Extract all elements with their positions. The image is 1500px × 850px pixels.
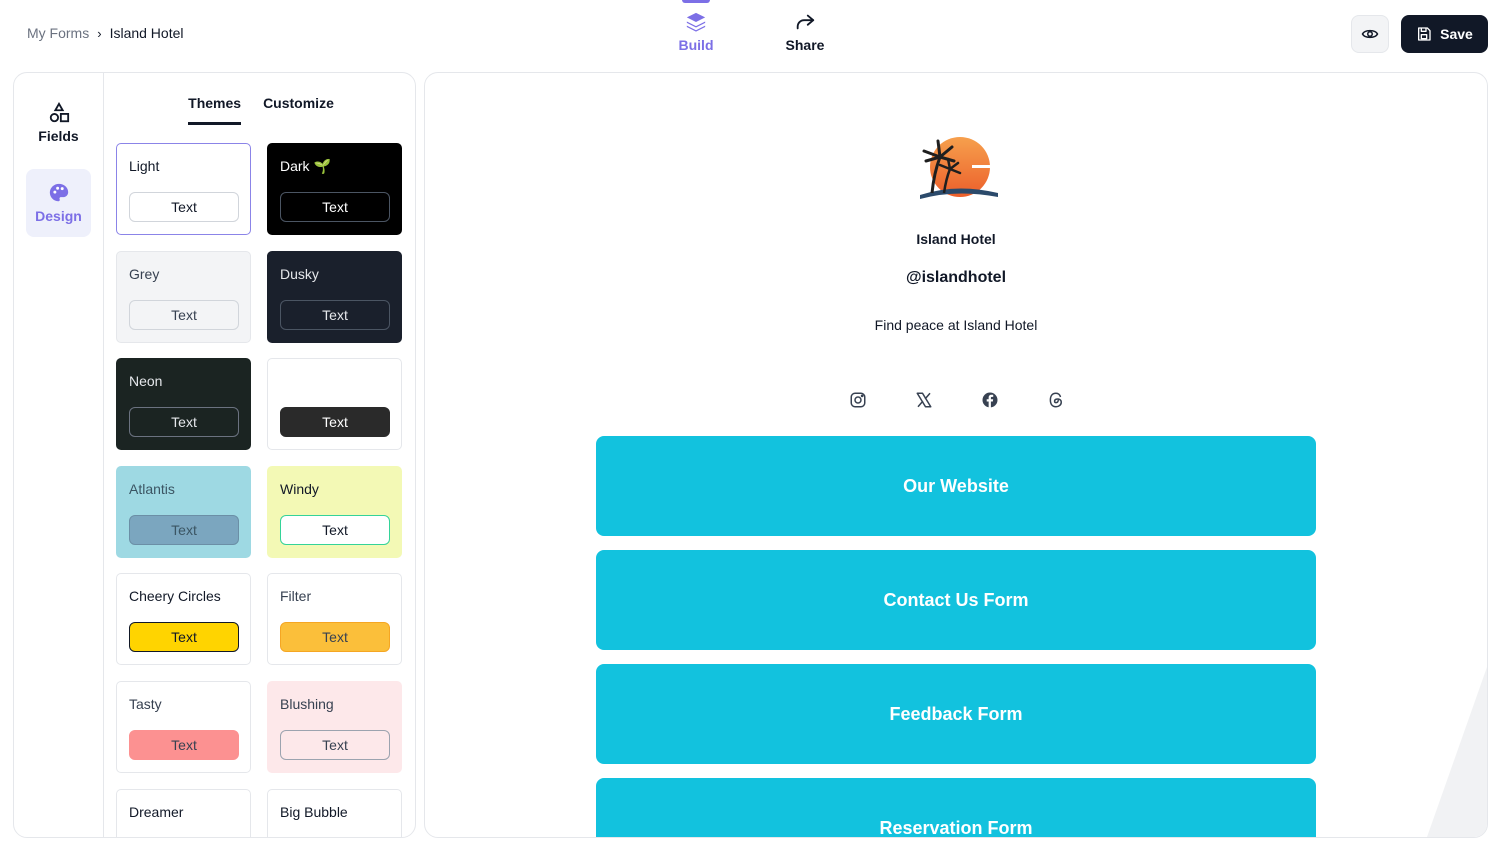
theme-name: Tasty xyxy=(129,696,162,712)
instagram-link[interactable] xyxy=(847,389,869,411)
floppy-disk-icon xyxy=(1418,27,1431,41)
theme-card[interactable]: Light Text xyxy=(116,143,251,235)
theme-name: Big Bubble xyxy=(280,803,348,820)
threads-link[interactable] xyxy=(1045,389,1067,411)
theme-card[interactable]: Text xyxy=(267,358,402,451)
rail-item-fields[interactable]: Fields xyxy=(26,89,91,157)
layers-icon xyxy=(686,12,706,32)
facebook-link[interactable] xyxy=(979,389,1001,411)
profile-description: Find peace at Island Hotel xyxy=(874,317,1038,333)
theme-card[interactable]: Big Bubble xyxy=(267,788,402,837)
share-arrow-icon xyxy=(796,14,815,30)
social-links xyxy=(847,389,1067,411)
theme-preview-button: Text xyxy=(129,622,239,653)
theme-preview-button: Text xyxy=(129,514,239,545)
theme-name: Atlantis xyxy=(129,480,175,497)
tab-share[interactable]: Share xyxy=(765,0,845,60)
theme-card[interactable]: Dark 🌱 Text xyxy=(267,143,402,235)
threads-icon xyxy=(1049,392,1063,408)
facebook-icon xyxy=(982,392,998,408)
active-tab-indicator xyxy=(682,0,710,3)
theme-preview-button: Text xyxy=(280,407,390,438)
breadcrumb-current: Island Hotel xyxy=(109,25,184,41)
theme-card[interactable]: Filter Text xyxy=(267,573,402,666)
theme-card[interactable]: Atlantis Text xyxy=(116,465,251,558)
theme-preview-button: Text xyxy=(280,730,390,760)
form-link-button[interactable]: Reservation Form xyxy=(596,778,1316,837)
theme-preview-button: Text xyxy=(280,514,390,545)
tab-share-label: Share xyxy=(785,37,825,53)
top-bar: My Forms › Island Hotel Build Share Save xyxy=(0,0,1500,68)
save-button[interactable]: Save xyxy=(1401,15,1488,53)
tab-build-label: Build xyxy=(678,37,714,53)
rail-item-design[interactable]: Design xyxy=(26,169,91,237)
decorative-corner xyxy=(1427,667,1487,837)
theme-name: Blushing xyxy=(280,696,334,712)
palette-icon xyxy=(49,183,68,202)
preview-button[interactable] xyxy=(1351,15,1389,53)
x-twitter-link[interactable] xyxy=(913,389,935,411)
theme-preview-button: Text xyxy=(129,407,239,438)
themes-panel: Themes Customize Light Text Dark 🌱 Text Grey… xyxy=(105,73,415,837)
theme-preview-button: Text xyxy=(280,622,390,653)
breadcrumb-separator: › xyxy=(97,25,102,41)
form-link-button[interactable]: Feedback Form xyxy=(596,664,1316,764)
design-sidebar: Fields Design Themes Customize Light Text… xyxy=(13,72,416,838)
island-sunset-logo xyxy=(920,137,1000,199)
tab-build[interactable]: Build xyxy=(656,0,736,60)
theme-preview-button: Text xyxy=(280,299,390,330)
breadcrumb: My Forms › Island Hotel xyxy=(27,25,184,41)
theme-card[interactable]: Tasty Text xyxy=(116,681,251,773)
form-preview: Island Hotel @islandhotel Find peace at … xyxy=(424,72,1488,838)
theme-card[interactable]: Cheery Circles Text xyxy=(116,573,251,666)
eye-icon xyxy=(1361,29,1379,39)
theme-name: Neon xyxy=(129,373,163,390)
theme-card[interactable]: Blushing Text xyxy=(267,681,402,773)
theme-name: Windy xyxy=(280,480,319,497)
profile-handle: @islandhotel xyxy=(905,269,1007,286)
theme-preview-button: Text xyxy=(129,192,239,222)
design-subtabs: Themes Customize xyxy=(105,95,415,125)
theme-name: Filter xyxy=(280,588,312,605)
form-link-button[interactable]: Contact Us Form xyxy=(596,550,1316,650)
x-twitter-icon xyxy=(916,392,932,408)
left-rail: Fields Design xyxy=(14,73,104,837)
save-button-label: Save xyxy=(1440,26,1473,42)
tab-themes[interactable]: Themes xyxy=(188,95,242,125)
theme-card[interactable]: Dusky Text xyxy=(267,250,402,343)
rail-item-design-label: Design xyxy=(35,208,82,224)
theme-card[interactable]: Windy Text xyxy=(267,465,402,558)
form-link-button[interactable]: Our Website xyxy=(596,436,1316,536)
theme-name: Dusky xyxy=(280,265,319,282)
theme-card[interactable]: Dreamer xyxy=(116,788,251,837)
theme-name: Dark 🌱 xyxy=(280,158,331,174)
theme-preview-button: Text xyxy=(129,299,239,330)
theme-name: Grey xyxy=(129,265,160,282)
theme-name: Cheery Circles xyxy=(129,588,221,605)
profile-name: Island Hotel xyxy=(916,231,996,247)
theme-name: Dreamer xyxy=(129,803,184,820)
theme-name: Light xyxy=(129,158,160,174)
theme-preview-button: Text xyxy=(280,192,390,222)
theme-card[interactable]: Grey Text xyxy=(116,250,251,343)
theme-preview-button: Text xyxy=(129,730,239,760)
rail-item-fields-label: Fields xyxy=(38,128,79,144)
breadcrumb-my-forms[interactable]: My Forms xyxy=(27,25,89,41)
tab-customize[interactable]: Customize xyxy=(263,95,334,125)
instagram-icon xyxy=(850,392,866,408)
shapes-icon xyxy=(49,102,69,123)
theme-card[interactable]: Neon Text xyxy=(116,358,251,451)
